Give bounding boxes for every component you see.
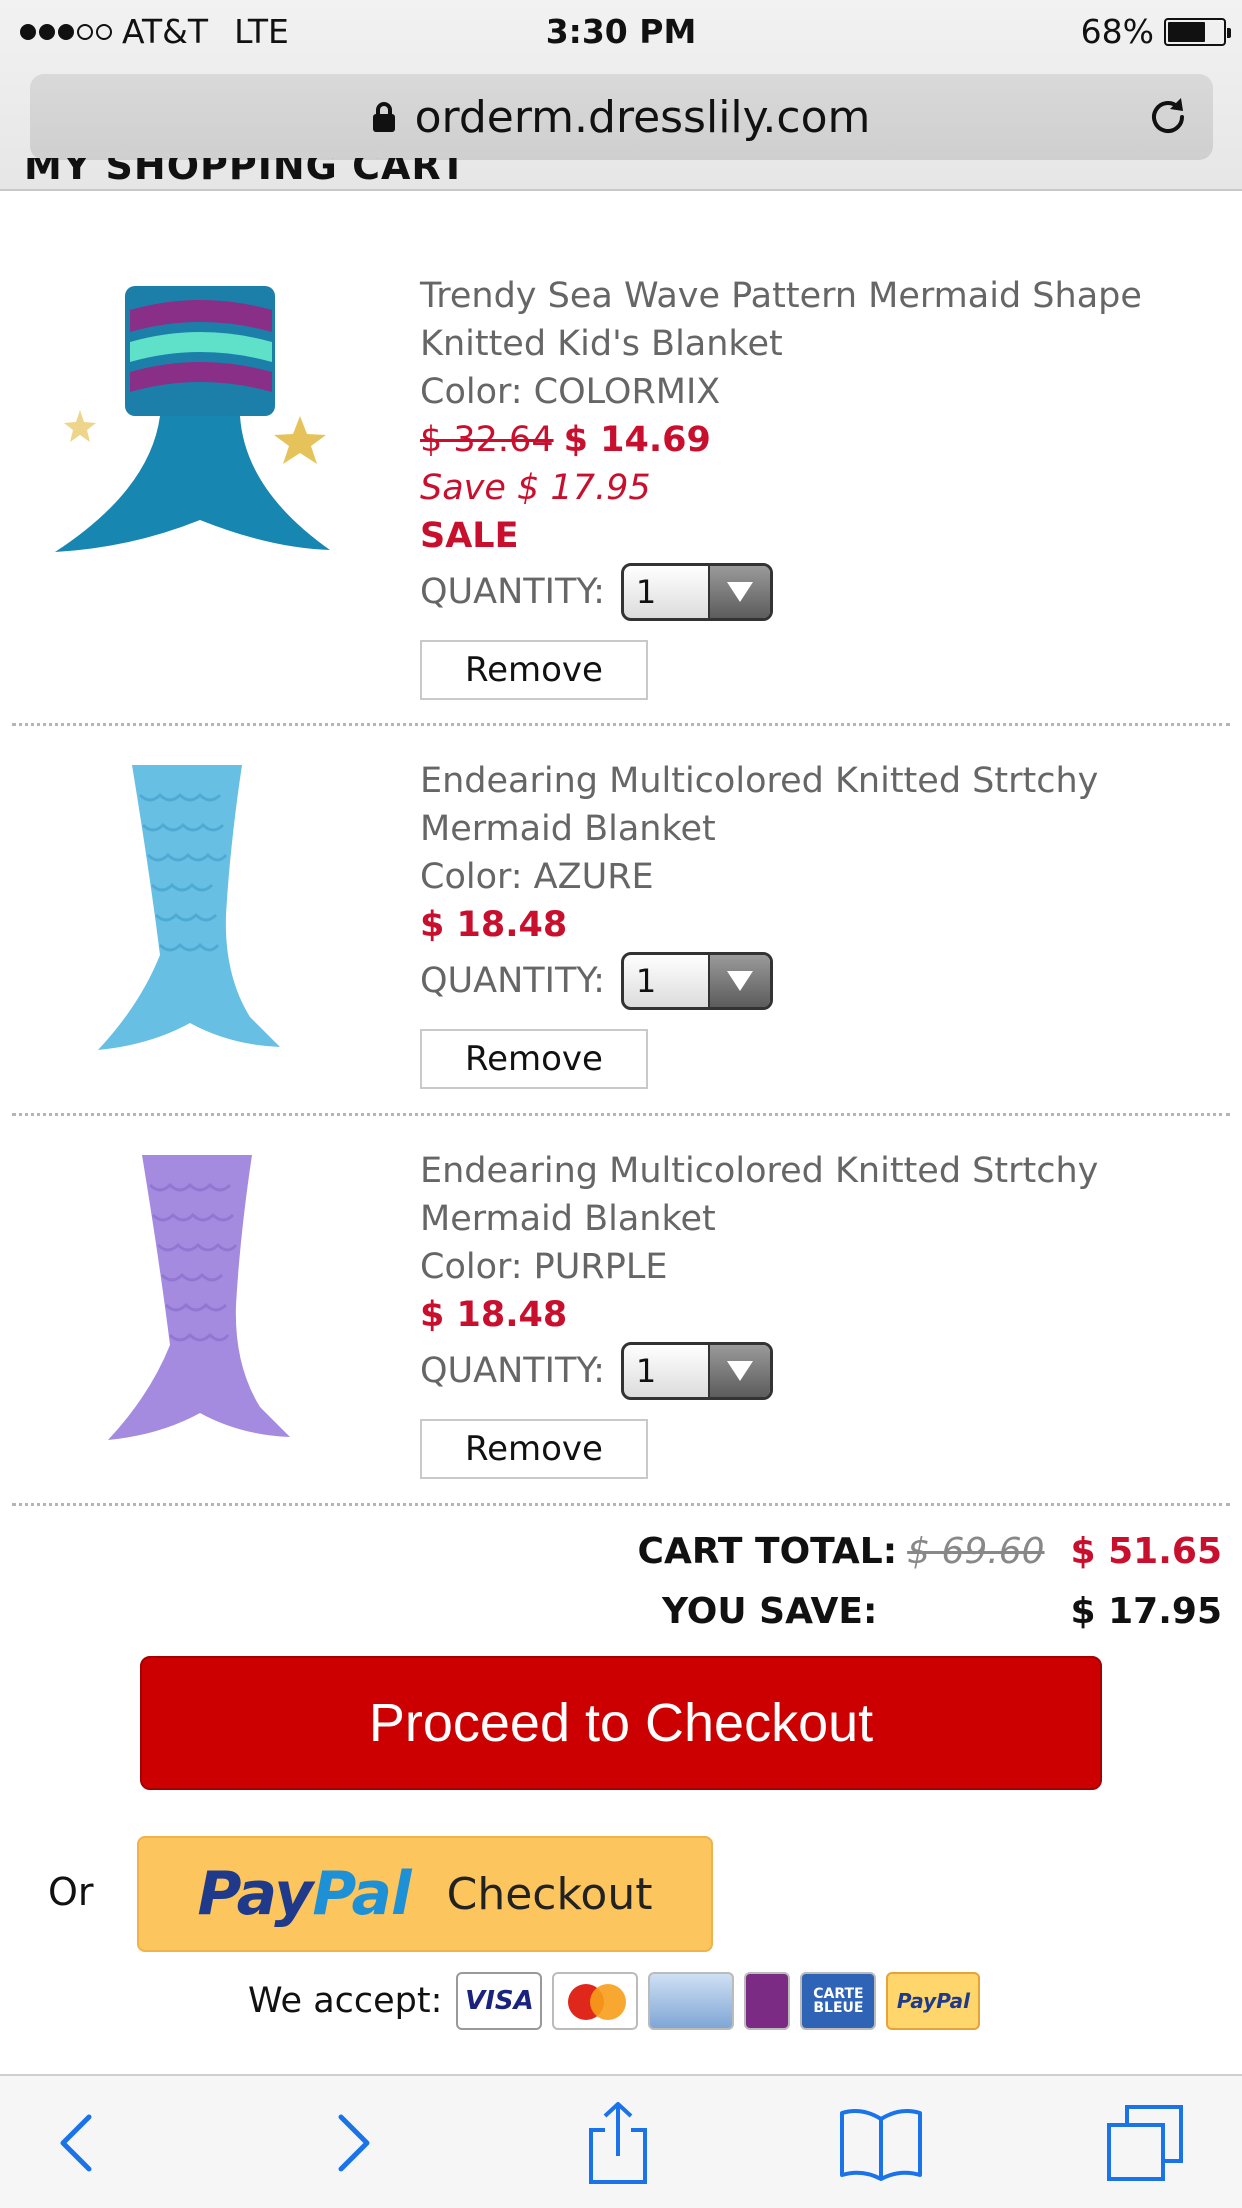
quantity-label: QUANTITY:	[420, 1351, 605, 1391]
paypal-logo: PayPal	[197, 1859, 412, 1929]
cart-item-info: Endearing Multicolored Knitted Strtchy M…	[420, 1147, 1220, 1479]
back-icon[interactable]	[34, 2100, 120, 2186]
browser-toolbar	[0, 2074, 1242, 2208]
cart-total-value: $ 51.65	[1070, 1530, 1222, 1572]
current-price: $ 18.48	[420, 905, 568, 945]
address-bar[interactable]: orderm.dresslily.com	[30, 74, 1213, 160]
url-text: orderm.dresslily.com	[414, 91, 871, 143]
remove-button[interactable]: Remove	[420, 1419, 648, 1479]
item-divider	[12, 1503, 1230, 1506]
reload-icon[interactable]	[1145, 94, 1191, 140]
or-label: Or	[48, 1870, 94, 1914]
battery-percent: 68%	[1080, 12, 1154, 51]
quantity-select[interactable]: 1	[620, 952, 773, 1010]
accepted-payments: We accept: VISA CARTE BLEUE PayPal	[248, 1972, 981, 2030]
product-color: Color: PURPLE	[420, 1247, 668, 1287]
item-divider	[12, 723, 1230, 726]
amex-icon	[648, 1972, 735, 2030]
chevron-down-icon	[707, 566, 770, 618]
price-row: $ 32.64 $ 14.69	[420, 416, 1220, 464]
original-price: $ 32.64	[420, 420, 554, 460]
chevron-down-icon	[707, 1345, 770, 1397]
we-accept-label: We accept:	[248, 1981, 443, 2021]
cart-item-info: Trendy Sea Wave Pattern Mermaid Shape Kn…	[420, 272, 1220, 700]
cart-item-info: Endearing Multicolored Knitted Strtchy M…	[420, 757, 1220, 1089]
chevron-down-icon	[707, 955, 770, 1007]
quantity-select[interactable]: 1	[620, 1342, 773, 1400]
mastercard-icon	[552, 1972, 639, 2030]
product-title[interactable]: Trendy Sea Wave Pattern Mermaid Shape Kn…	[420, 272, 1220, 368]
battery-icon	[1164, 17, 1231, 46]
quantity-label: QUANTITY:	[420, 572, 605, 612]
product-title[interactable]: Endearing Multicolored Knitted Strtchy M…	[420, 1147, 1220, 1243]
cart-total-original: $ 69.60	[907, 1530, 1045, 1572]
product-color: Color: COLORMIX	[420, 372, 721, 412]
product-image-mermaid-blanket-purple[interactable]	[80, 1145, 310, 1445]
carte-bleue-icon: CARTE BLEUE	[800, 1972, 877, 2030]
quantity-select[interactable]: 1	[620, 563, 773, 621]
page-title: MY SHOPPING CART	[24, 158, 467, 188]
status-right: 68%	[1080, 12, 1231, 51]
you-save-label: YOU SAVE:	[662, 1590, 878, 1632]
lock-icon	[372, 102, 395, 132]
quantity-value: 1	[635, 1352, 657, 1390]
you-save-value: $ 17.95	[1070, 1590, 1222, 1632]
quantity-row: QUANTITY: 1	[420, 951, 1220, 1011]
current-price: $ 14.69	[563, 420, 711, 460]
product-image-mermaid-blanket-azure[interactable]	[80, 755, 310, 1055]
cart-total-label: CART TOTAL:	[637, 1530, 898, 1572]
product-color: Color: AZURE	[420, 857, 654, 897]
status-bar: AT&T LTE 3:30 PM 68%	[0, 0, 1242, 62]
sale-badge: SALE	[420, 516, 519, 556]
remove-button[interactable]: Remove	[420, 1029, 648, 1089]
forward-icon[interactable]	[310, 2100, 396, 2186]
remove-button[interactable]: Remove	[420, 640, 648, 700]
you-save-row: YOU SAVE: $ 17.95	[662, 1586, 1222, 1636]
quantity-value: 1	[635, 962, 657, 1000]
quantity-value: 1	[635, 573, 657, 611]
maestro-icon	[744, 1972, 791, 2030]
status-time: 3:30 PM	[545, 12, 697, 51]
visa-icon: VISA	[456, 1972, 543, 2030]
current-price: $ 18.48	[420, 1295, 568, 1335]
paypal-checkout-label: Checkout	[446, 1868, 653, 1920]
share-icon[interactable]	[575, 2100, 661, 2186]
quantity-row: QUANTITY: 1	[420, 562, 1220, 622]
proceed-to-checkout-button[interactable]: Proceed to Checkout	[140, 1656, 1102, 1790]
product-title[interactable]: Endearing Multicolored Knitted Strtchy M…	[420, 757, 1220, 853]
save-amount: Save $ 17.95	[420, 468, 651, 508]
tabs-icon[interactable]	[1102, 2100, 1188, 2186]
product-image-mermaid-blanket-colormix[interactable]	[40, 270, 350, 570]
paypal-checkout-button[interactable]: PayPal Checkout	[137, 1836, 713, 1952]
bookmarks-icon[interactable]	[838, 2100, 924, 2186]
paypal-card-icon: PayPal	[886, 1972, 981, 2030]
item-divider	[12, 1113, 1230, 1116]
cart-total-row: CART TOTAL: $ 69.60 $ 51.65	[638, 1526, 1222, 1576]
quantity-label: QUANTITY:	[420, 961, 605, 1001]
quantity-row: QUANTITY: 1	[420, 1341, 1220, 1401]
